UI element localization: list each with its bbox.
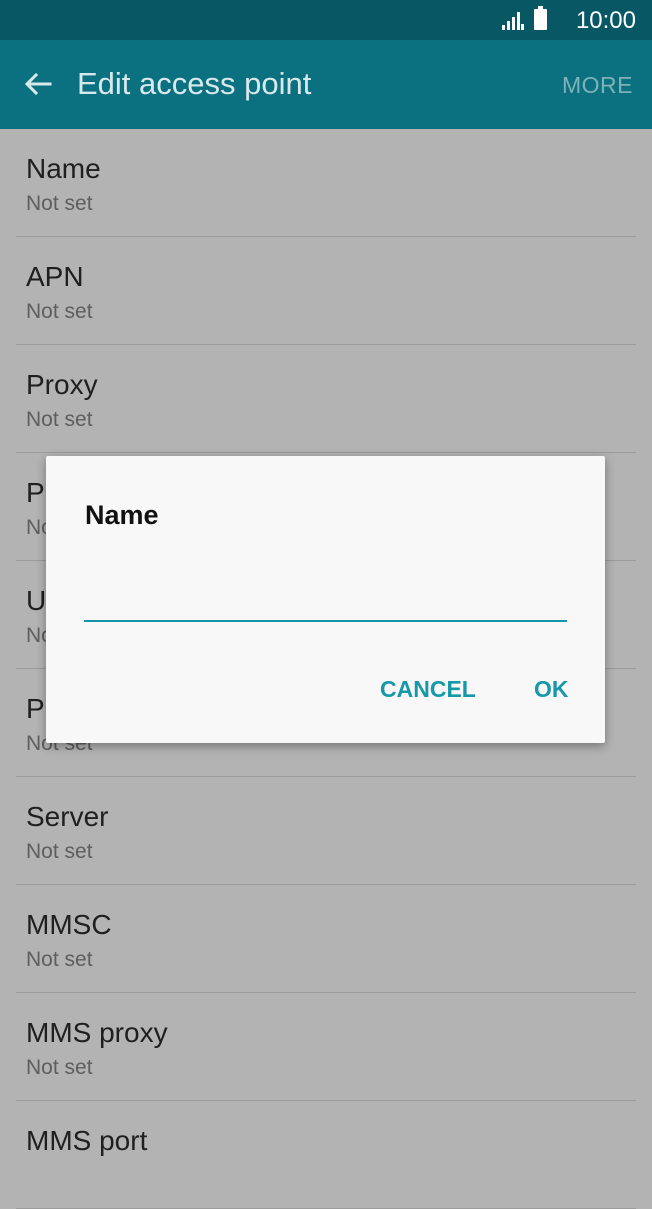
setting-row-server[interactable]: Server Not set	[16, 777, 636, 885]
name-dialog: Name CANCEL OK	[46, 456, 605, 743]
status-bar: 10:00	[0, 0, 652, 40]
setting-row-name[interactable]: Name Not set	[16, 129, 636, 237]
setting-label: MMS port	[26, 1125, 148, 1156]
setting-label: MMSC	[26, 909, 112, 940]
setting-label: MMS proxy	[26, 1017, 168, 1048]
setting-row-mmsc[interactable]: MMSC Not set	[16, 885, 636, 993]
battery-icon	[534, 6, 547, 30]
setting-label: Name	[26, 153, 101, 184]
cancel-button[interactable]: CANCEL	[380, 676, 476, 703]
app-bar: Edit access point MORE	[0, 40, 652, 129]
setting-row-mms-port[interactable]: MMS port	[16, 1101, 636, 1209]
setting-value: Not set	[26, 300, 93, 323]
setting-label: P	[26, 693, 45, 724]
setting-label: APN	[26, 261, 84, 292]
ok-button[interactable]: OK	[534, 676, 569, 703]
setting-row-proxy[interactable]: Proxy Not set	[16, 345, 636, 453]
page-title: Edit access point	[77, 66, 312, 101]
setting-value: Not set	[26, 408, 93, 431]
dialog-title: Name	[85, 500, 159, 530]
back-arrow-icon[interactable]	[22, 68, 54, 100]
setting-label: Server	[26, 801, 109, 832]
setting-value: Not set	[26, 948, 93, 971]
more-button[interactable]: MORE	[562, 72, 633, 99]
setting-label: P	[26, 477, 45, 508]
name-input[interactable]	[84, 576, 567, 622]
setting-label: Proxy	[26, 369, 98, 400]
signal-icon	[502, 12, 524, 30]
setting-label: U	[26, 585, 47, 616]
setting-row-apn[interactable]: APN Not set	[16, 237, 636, 345]
setting-value: Not set	[26, 840, 93, 863]
setting-value: Not set	[26, 192, 93, 215]
status-time: 10:00	[575, 7, 636, 34]
setting-value: Not set	[26, 1056, 93, 1079]
setting-row-mms-proxy[interactable]: MMS proxy Not set	[16, 993, 636, 1101]
